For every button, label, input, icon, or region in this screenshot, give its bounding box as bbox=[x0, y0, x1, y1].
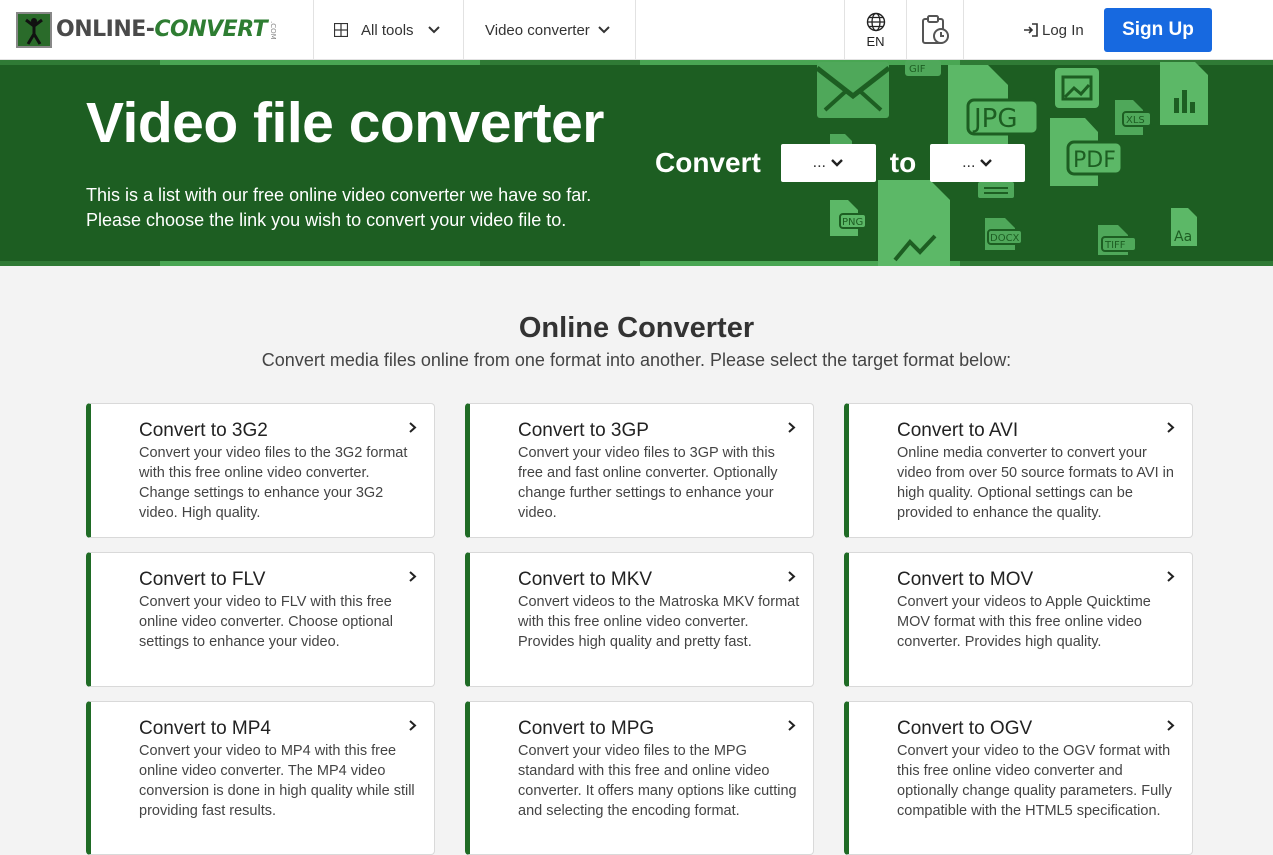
logo-text-main: ONLINE- bbox=[56, 17, 155, 42]
convert-selector-row: Convert ... to ... bbox=[655, 144, 1026, 182]
video-converter-label: Video converter bbox=[485, 21, 590, 39]
converter-card-avi[interactable]: Convert to AVI Online media converter to… bbox=[844, 403, 1193, 538]
card-description: Convert your video files to the MPG stan… bbox=[518, 743, 797, 819]
source-format-value: ... bbox=[812, 154, 826, 171]
chevron-right-icon bbox=[1167, 422, 1175, 433]
converter-card-3gp[interactable]: Convert to 3GP Convert your video files … bbox=[465, 403, 814, 538]
converter-card-flv[interactable]: Convert to FLV Convert your video to FLV… bbox=[86, 552, 435, 687]
card-description: Convert videos to the Matroska MKV forma… bbox=[518, 594, 800, 650]
hero-stripe-accent bbox=[160, 261, 480, 266]
chevron-down-icon bbox=[980, 159, 993, 167]
converter-card-mov[interactable]: Convert to MOV Convert your videos to Ap… bbox=[844, 552, 1193, 687]
language-label: EN bbox=[866, 33, 885, 49]
hero-description: This is a list with our free online vide… bbox=[86, 183, 646, 233]
converter-card-3g2[interactable]: Convert to 3G2 Convert your video files … bbox=[86, 403, 435, 538]
section-title: Online Converter bbox=[518, 312, 755, 344]
hero-banner: GIF JPG XLS PDF PNG DOCX TIFF Aa Video f… bbox=[0, 60, 1273, 266]
converter-card-ogv[interactable]: Convert to OGV Convert your video to the… bbox=[844, 701, 1193, 855]
chevron-down-icon bbox=[598, 26, 610, 34]
chevron-down-icon bbox=[831, 159, 843, 167]
history-button[interactable] bbox=[907, 0, 963, 60]
hero-stripe-accent bbox=[160, 60, 480, 65]
chevron-right-icon bbox=[409, 422, 417, 433]
video-converter-menu[interactable]: Video converter bbox=[485, 0, 611, 60]
hero-description-line: This is a list with our free online vide… bbox=[86, 185, 592, 205]
chevron-right-icon bbox=[409, 720, 417, 731]
chevron-right-icon bbox=[409, 571, 417, 582]
converter-card-mkv[interactable]: Convert to MKV Convert videos to the Mat… bbox=[465, 552, 814, 687]
chevron-right-icon bbox=[1167, 571, 1175, 582]
clipboard-clock-icon bbox=[922, 15, 949, 44]
hero-art-label: DOCX bbox=[990, 233, 1020, 244]
site-logo[interactable]: ONLINE-CONVERT .COM bbox=[16, 12, 277, 48]
convert-label: Convert bbox=[655, 147, 761, 178]
hero-art-label: PNG bbox=[842, 217, 863, 228]
grid-icon bbox=[334, 23, 348, 37]
card-description: Convert your video to the OGV format wit… bbox=[897, 743, 1172, 819]
target-format-value: ... bbox=[962, 154, 976, 171]
chevron-down-icon bbox=[427, 26, 440, 34]
logo-text-accent: CONVERT bbox=[154, 17, 268, 42]
target-format-select[interactable]: ... bbox=[930, 144, 1026, 182]
hero-title: Video file converter bbox=[86, 91, 604, 155]
hero-art-label: GIF bbox=[909, 64, 926, 75]
top-header: ONLINE-CONVERT .COM All tools Video conv… bbox=[0, 0, 1273, 60]
card-description: Convert your videos to Apple Quicktime M… bbox=[897, 594, 1151, 650]
hero-description-line: Please choose the link you wish to conve… bbox=[86, 210, 567, 230]
hero-art-label: JPG bbox=[972, 104, 1018, 134]
hero-art-label: XLS bbox=[1126, 115, 1145, 126]
hero-art-label: Aa bbox=[1174, 229, 1192, 245]
card-description: Convert your video files to the 3G2 form… bbox=[139, 445, 408, 521]
to-label: to bbox=[889, 147, 917, 178]
card-title: Convert to 3GP bbox=[518, 420, 649, 441]
login-arrow-icon bbox=[1024, 23, 1038, 37]
card-title: Convert to AVI bbox=[897, 420, 1019, 441]
chevron-right-icon bbox=[788, 720, 796, 731]
card-title: Convert to OGV bbox=[897, 718, 1033, 739]
divider bbox=[313, 0, 314, 60]
source-format-select[interactable]: ... bbox=[780, 144, 876, 182]
card-title: Convert to MP4 bbox=[139, 718, 271, 739]
converter-card-mpg[interactable]: Convert to MPG Convert your video files … bbox=[465, 701, 814, 855]
card-title: Convert to FLV bbox=[139, 569, 266, 590]
card-title: Convert to MPG bbox=[518, 718, 655, 739]
all-tools-label: All tools bbox=[361, 21, 414, 39]
chevron-right-icon bbox=[1167, 720, 1175, 731]
card-title: Convert to MKV bbox=[518, 569, 653, 590]
hero-art-label: TIFF bbox=[1104, 240, 1126, 251]
chevron-right-icon bbox=[788, 571, 796, 582]
converter-card-mp4[interactable]: Convert to MP4 Convert your video to MP4… bbox=[86, 701, 435, 855]
card-description: Convert your video files to 3GP with thi… bbox=[518, 445, 778, 521]
signup-button[interactable]: Sign Up bbox=[1104, 8, 1212, 52]
logo-text-suffix: .COM bbox=[269, 20, 278, 40]
chevron-right-icon bbox=[788, 422, 796, 433]
globe-icon bbox=[866, 12, 885, 31]
card-description: Convert your video to MP4 with this free… bbox=[139, 743, 415, 819]
card-title: Convert to MOV bbox=[897, 569, 1034, 590]
language-selector[interactable]: EN bbox=[845, 0, 906, 60]
card-description: Online media converter to convert your v… bbox=[897, 445, 1174, 521]
login-link[interactable]: Log In bbox=[1023, 0, 1084, 60]
card-description: Convert your video to FLV with this free… bbox=[139, 594, 393, 650]
logo-wordmark: ONLINE-CONVERT bbox=[56, 12, 268, 48]
login-label: Log In bbox=[1042, 21, 1084, 39]
logo-figure-icon bbox=[16, 12, 52, 48]
section-subtitle: Convert media files online from one form… bbox=[261, 350, 1012, 370]
card-title: Convert to 3G2 bbox=[139, 420, 268, 441]
divider bbox=[463, 0, 464, 60]
divider bbox=[963, 0, 964, 60]
divider bbox=[635, 0, 636, 60]
all-tools-menu[interactable]: All tools bbox=[334, 0, 441, 60]
hero-art-label: PDF bbox=[1073, 148, 1116, 173]
